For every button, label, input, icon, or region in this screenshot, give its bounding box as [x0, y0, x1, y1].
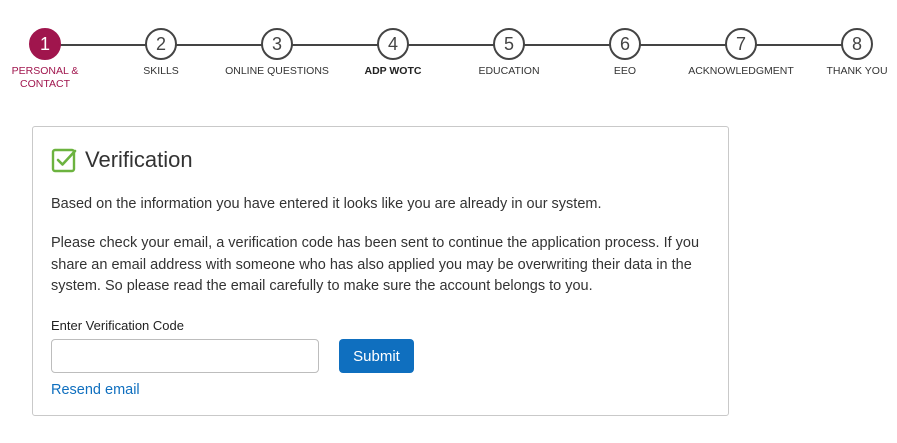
step-thank-you[interactable]: 8 THANK YOU: [797, 28, 897, 78]
verification-code-label: Enter Verification Code: [51, 318, 184, 333]
verification-card: Verification Based on the information yo…: [32, 126, 729, 416]
step-label: EEO: [613, 65, 637, 77]
step-number-circle: 5: [493, 28, 525, 60]
step-label: ONLINE QUESTIONS: [225, 65, 329, 77]
check-square-icon: [51, 147, 77, 173]
step-number-circle: 3: [261, 28, 293, 60]
step-label: SKILLS: [143, 65, 179, 77]
step-label: ADP WOTC: [364, 65, 422, 77]
step-online-questions[interactable]: 3 ONLINE QUESTIONS: [217, 28, 337, 78]
step-label: EDUCATION: [478, 65, 540, 77]
step-label: PERSONAL & CONTACT: [11, 65, 79, 90]
step-personal-contact[interactable]: 1 PERSONAL & CONTACT: [0, 28, 105, 91]
resend-email-link[interactable]: Resend email: [51, 382, 140, 398]
step-number-circle: 8: [841, 28, 873, 60]
step-education[interactable]: 5 EDUCATION: [449, 28, 569, 78]
step-label: ACKNOWLEDGMENT: [688, 65, 794, 77]
step-number-circle: 4: [377, 28, 409, 60]
step-eeo[interactable]: 6 EEO: [565, 28, 685, 78]
verification-code-input[interactable]: [51, 339, 319, 373]
card-title: Verification: [85, 147, 193, 172]
step-number-circle: 6: [609, 28, 641, 60]
progress-stepper: 1 PERSONAL & CONTACT 2 SKILLS 3 ONLINE Q…: [0, 0, 897, 100]
step-number-circle: 1: [29, 28, 61, 60]
step-number-circle: 7: [725, 28, 757, 60]
step-adp-wotc[interactable]: 4 ADP WOTC: [333, 28, 453, 78]
intro-text: Based on the information you have entere…: [51, 196, 602, 212]
card-header: Verification: [51, 147, 193, 173]
submit-button[interactable]: Submit: [339, 339, 414, 373]
instruction-text: Please check your email, a verification …: [51, 235, 700, 294]
step-skills[interactable]: 2 SKILLS: [101, 28, 221, 78]
step-label: THANK YOU: [826, 65, 888, 77]
step-acknowledgment[interactable]: 7 ACKNOWLEDGMENT: [681, 28, 801, 78]
step-number-circle: 2: [145, 28, 177, 60]
